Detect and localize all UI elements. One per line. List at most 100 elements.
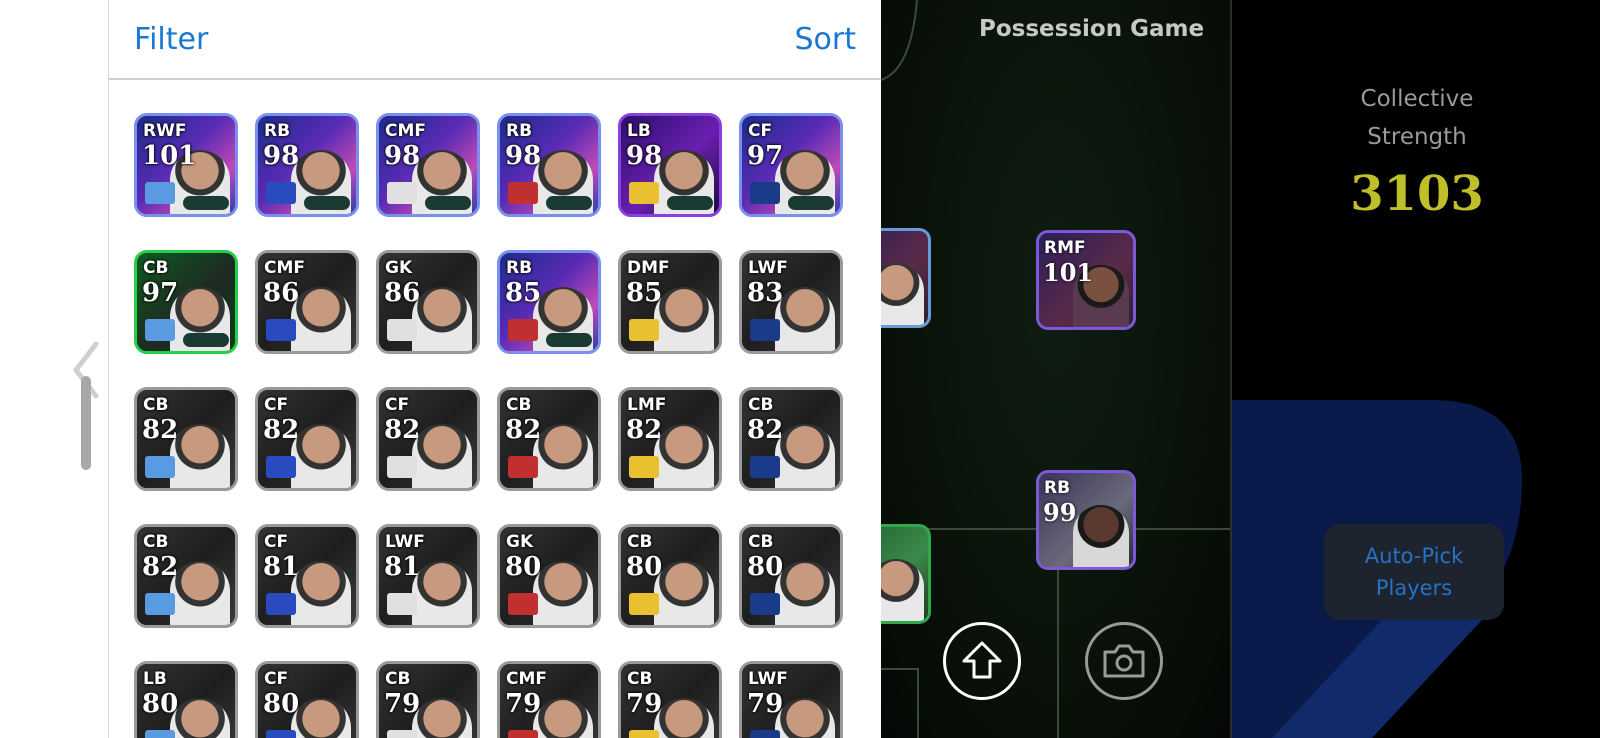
player-card[interactable]: GK 80 (497, 524, 601, 628)
pitch-player-partial[interactable] (881, 524, 931, 624)
player-position: CF (385, 395, 410, 415)
player-rating: 97 (142, 278, 179, 308)
team-badge-icon (629, 456, 659, 478)
team-badge-icon (387, 730, 417, 738)
team-badge-icon (629, 730, 659, 738)
player-position: RB (506, 258, 533, 278)
collective-strength-label-1: Collective (1360, 86, 1474, 112)
team-badge-icon (145, 182, 175, 204)
player-position: RB (1044, 478, 1071, 498)
player-position: LB (627, 121, 651, 141)
player-card[interactable]: LB 80 (134, 661, 238, 738)
player-rating: 85 (626, 278, 663, 308)
player-card[interactable]: CF 97 (739, 113, 843, 217)
team-badge-icon (266, 593, 296, 615)
team-badge-icon (145, 730, 175, 738)
player-card[interactable]: CB 79 (618, 661, 722, 738)
player-card[interactable]: CF 81 (255, 524, 359, 628)
skill-indicator-icon (546, 196, 592, 210)
player-card[interactable]: CB 80 (618, 524, 722, 628)
game-screen: Filter Sort RWF 101 RB 98 CMF 98 RB 98 LB 98 CF 97 C… (0, 0, 1600, 738)
player-portrait (1073, 505, 1129, 567)
player-card[interactable]: LB 98 (618, 113, 722, 217)
skill-indicator-icon (183, 333, 229, 347)
player-card[interactable]: GK 86 (376, 250, 480, 354)
skill-indicator-icon (183, 196, 229, 210)
player-rating: 82 (142, 415, 179, 445)
player-rating: 82 (747, 415, 784, 445)
player-position: RB (506, 121, 533, 141)
skill-indicator-icon (546, 333, 592, 347)
player-card[interactable]: CB 82 (134, 387, 238, 491)
player-rating: 98 (384, 141, 421, 171)
player-card[interactable]: RB 98 (497, 113, 601, 217)
player-portrait (170, 561, 230, 625)
team-badge-icon (266, 730, 296, 738)
player-card[interactable]: CMF 98 (376, 113, 480, 217)
player-card[interactable]: CB 97 (134, 250, 238, 354)
player-card[interactable]: CB 82 (134, 524, 238, 628)
player-card[interactable]: CMF 86 (255, 250, 359, 354)
player-card[interactable]: LWF 79 (739, 661, 843, 738)
player-card[interactable]: RB 98 (255, 113, 359, 217)
player-card[interactable]: DMF 85 (618, 250, 722, 354)
player-position: LB (143, 669, 167, 689)
player-portrait (291, 424, 351, 488)
pitch-line (881, 668, 917, 670)
player-card[interactable]: LWF 83 (739, 250, 843, 354)
sort-button[interactable]: Sort (795, 22, 857, 57)
player-card[interactable]: CMF 79 (497, 661, 601, 738)
team-badge-icon (629, 182, 659, 204)
player-position: CB (748, 532, 774, 552)
player-card[interactable]: RB 85 (497, 250, 601, 354)
player-card[interactable]: CB 82 (739, 387, 843, 491)
pitch-player-rmf[interactable]: RMF 101 (1036, 230, 1136, 330)
player-card[interactable]: LMF 82 (618, 387, 722, 491)
scroll-handle[interactable] (81, 376, 91, 470)
player-card[interactable]: CF 82 (376, 387, 480, 491)
pitch-line (917, 668, 919, 738)
player-card[interactable]: CB 80 (739, 524, 843, 628)
filter-button[interactable]: Filter (134, 22, 208, 57)
player-position: GK (506, 532, 534, 552)
player-portrait (412, 287, 472, 351)
screenshot-button[interactable] (1085, 622, 1163, 700)
team-badge-icon (387, 593, 417, 615)
player-card[interactable]: RWF 101 (134, 113, 238, 217)
pitch-player-rb[interactable]: RB 99 (1036, 470, 1136, 570)
player-rating: 80 (142, 689, 179, 719)
player-card[interactable]: LWF 81 (376, 524, 480, 628)
team-badge-icon (508, 593, 538, 615)
formation-title: Possession Game (979, 16, 1205, 42)
player-list-panel: Filter Sort RWF 101 RB 98 CMF 98 RB 98 LB 98 CF 97 C… (109, 0, 881, 738)
left-edge-strip (0, 0, 109, 738)
player-position: CB (748, 395, 774, 415)
player-portrait (654, 561, 714, 625)
player-card[interactable]: CB 79 (376, 661, 480, 738)
collective-strength-value: 3103 (1350, 166, 1484, 222)
player-position: CB (143, 395, 169, 415)
player-position: RMF (1044, 238, 1086, 258)
player-position: CB (627, 532, 653, 552)
player-rating: 85 (505, 278, 542, 308)
player-card[interactable]: CF 82 (255, 387, 359, 491)
upload-button[interactable] (943, 622, 1021, 700)
player-rating: 83 (747, 278, 784, 308)
player-portrait (775, 561, 835, 625)
team-badge-icon (266, 182, 296, 204)
skill-indicator-icon (425, 196, 471, 210)
player-rating: 82 (626, 415, 663, 445)
player-portrait (412, 561, 472, 625)
player-rating: 101 (142, 141, 197, 171)
team-badge-icon (387, 182, 417, 204)
player-position: LMF (627, 395, 667, 415)
player-rating: 82 (384, 415, 421, 445)
player-position: CB (385, 669, 411, 689)
player-rating: 81 (384, 552, 421, 582)
player-card[interactable]: CB 82 (497, 387, 601, 491)
pitch-player-partial[interactable] (881, 228, 931, 328)
team-badge-icon (750, 319, 780, 341)
player-position: CF (264, 532, 289, 552)
player-card[interactable]: CF 80 (255, 661, 359, 738)
auto-pick-players-button[interactable]: Auto-Pick Players (1324, 524, 1504, 620)
